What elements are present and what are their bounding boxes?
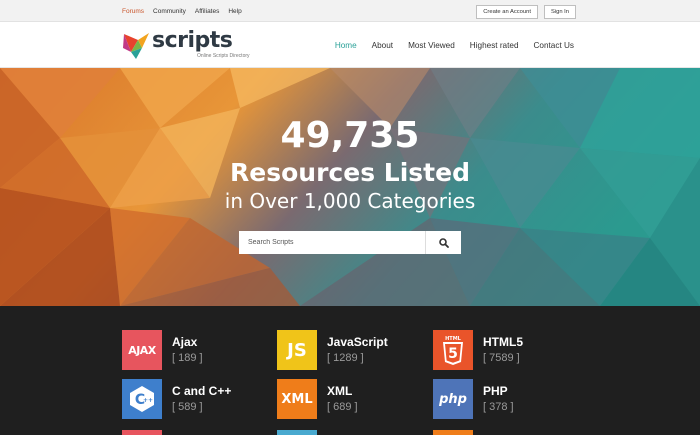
cpp-icon: C ++ <box>122 379 162 419</box>
utility-link-community[interactable]: Community <box>153 8 186 15</box>
search-icon <box>438 237 449 248</box>
top-utility-bar: Forums Community Affiliates Help Create … <box>0 0 700 22</box>
utility-link-affiliates[interactable]: Affiliates <box>195 8 219 15</box>
php-icon: php <box>433 379 473 419</box>
category-count: [ 378 ] <box>483 401 514 413</box>
svg-text:++: ++ <box>143 397 153 404</box>
brand-name: scripts <box>152 28 233 53</box>
category-grid: AJAX Ajax [ 189 ] JS JavaScript [ 1289 ]… <box>0 306 700 435</box>
create-account-button[interactable]: Create an Account <box>476 5 538 19</box>
category-count: [ 1289 ] <box>327 352 364 364</box>
category-count: [ 7589 ] <box>483 352 520 364</box>
search-input[interactable] <box>239 231 425 254</box>
category-name: XML <box>327 384 353 398</box>
category-name: HTML5 <box>483 335 523 349</box>
search-box <box>239 231 461 254</box>
nav-most-viewed[interactable]: Most Viewed <box>408 41 455 50</box>
utility-link-forums[interactable]: Forums <box>122 8 144 15</box>
site-header: scripts Online Scripts Directory Home Ab… <box>0 22 700 68</box>
hero-headline: Resources Listed <box>230 158 470 187</box>
category-javascript[interactable]: JS JavaScript [ 1289 ] <box>277 330 417 370</box>
resource-count: 49,735 <box>280 115 420 156</box>
category-count: [ 589 ] <box>172 401 203 413</box>
category-name: C and C++ <box>172 384 232 398</box>
search-button[interactable] <box>425 231 461 254</box>
nav-highest-rated[interactable]: Highest rated <box>470 41 519 50</box>
category-ajax[interactable]: AJAX Ajax [ 189 ] <box>122 330 262 370</box>
next-category-tile <box>277 430 317 435</box>
next-category-tile <box>122 430 162 435</box>
utility-link-help[interactable]: Help <box>228 8 241 15</box>
nav-about[interactable]: About <box>372 41 393 50</box>
category-html5[interactable]: HTML 5 HTML5 [ 7589 ] <box>433 330 573 370</box>
page: Forums Community Affiliates Help Create … <box>0 0 700 435</box>
category-count: [ 189 ] <box>172 352 203 364</box>
nav-home[interactable]: Home <box>335 41 357 50</box>
hero-banner: 49,735 Resources Listed in Over 1,000 Ca… <box>0 68 700 306</box>
auth-buttons: Create an Account Sign In <box>476 5 576 19</box>
category-count: [ 689 ] <box>327 401 358 413</box>
js-icon: JS <box>277 330 317 370</box>
next-category-tile <box>433 430 473 435</box>
sign-in-button[interactable]: Sign In <box>543 5 576 19</box>
logo-mark-icon <box>123 33 149 59</box>
category-php[interactable]: php PHP [ 378 ] <box>433 379 573 419</box>
ajax-icon: AJAX <box>122 330 162 370</box>
category-c-and-cpp[interactable]: C ++ C and C++ [ 589 ] <box>122 379 262 419</box>
svg-text:HTML: HTML <box>445 336 462 342</box>
utility-links: Forums Community Affiliates Help <box>122 0 242 22</box>
category-xml[interactable]: XML XML [ 689 ] <box>277 379 417 419</box>
html5-icon: HTML 5 <box>433 330 473 370</box>
category-name: JavaScript <box>327 335 388 349</box>
site-logo[interactable]: scripts Online Scripts Directory <box>122 28 262 62</box>
svg-text:5: 5 <box>448 346 458 362</box>
main-nav: Home About Most Viewed Highest rated Con… <box>335 22 574 68</box>
hero-subheadline: in Over 1,000 Categories <box>224 189 476 213</box>
category-name: PHP <box>483 384 508 398</box>
nav-contact-us[interactable]: Contact Us <box>534 41 575 50</box>
xml-icon: XML <box>277 379 317 419</box>
category-name: Ajax <box>172 335 198 349</box>
brand-tagline: Online Scripts Directory <box>197 53 250 59</box>
